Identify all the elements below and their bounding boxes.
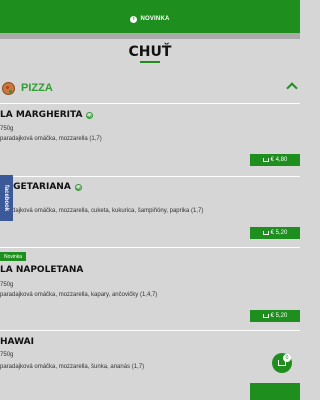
title-underline [140,61,160,63]
check-icon [86,111,94,119]
novinka-label: NOVINKA [140,16,170,22]
item-weight: 750g [0,282,14,288]
chevron-up-icon[interactable] [286,82,298,94]
pizza-icon [2,81,15,95]
section-title: PIZZA [21,82,53,94]
info-icon: i [130,15,138,23]
section-header-pizza[interactable]: PIZZA [0,78,300,98]
cart-count-badge: 0 [283,354,291,362]
item-weight: 750g [0,126,14,132]
item-title-text: HAWAI [0,337,34,347]
new-badge: Novinka [0,252,27,261]
cart-icon [262,158,269,162]
top-bar-shadow [0,33,300,39]
cart-icon [262,314,269,318]
divider [0,330,300,331]
item-title: HAWAI [0,337,34,347]
item-title-text: LA NAPOLETANA [0,265,84,275]
check-icon [74,183,82,191]
cart-icon [262,231,269,235]
item-title: LA NAPOLETANA [0,265,83,275]
add-to-cart-button[interactable] [250,383,300,400]
divider [0,247,300,248]
item-weight: 750g [0,352,14,358]
facebook-tab[interactable]: facebook [0,175,13,221]
item-description: paradajková omáčka, mozzarella (1,7) [0,136,102,142]
item-title: LA MARGHERITA [0,110,94,120]
divider [0,103,300,104]
price-label: € 5,20 [270,230,288,236]
item-description: paradajková omáčka, mozzarella, kapary, … [0,292,158,298]
novinka-banner[interactable]: i NOVINKA [0,12,300,26]
add-to-cart-button[interactable]: € 4,80 [250,154,300,166]
item-title-text: LA MARGHERITA [0,110,83,120]
add-to-cart-button[interactable]: € 5,20 [250,310,300,322]
divider [0,176,300,177]
price-label: € 4,80 [270,157,288,163]
price-label: € 5,20 [270,313,288,319]
item-description: paradajková omáčka, mozzarella, cuketa, … [0,208,204,214]
item-description: paradajková omáčka, mozzarella, šunka, a… [0,364,145,370]
add-to-cart-button[interactable]: € 5,20 [250,227,300,239]
facebook-label: facebook [3,184,10,212]
page-title: CHUŤ [128,44,172,60]
